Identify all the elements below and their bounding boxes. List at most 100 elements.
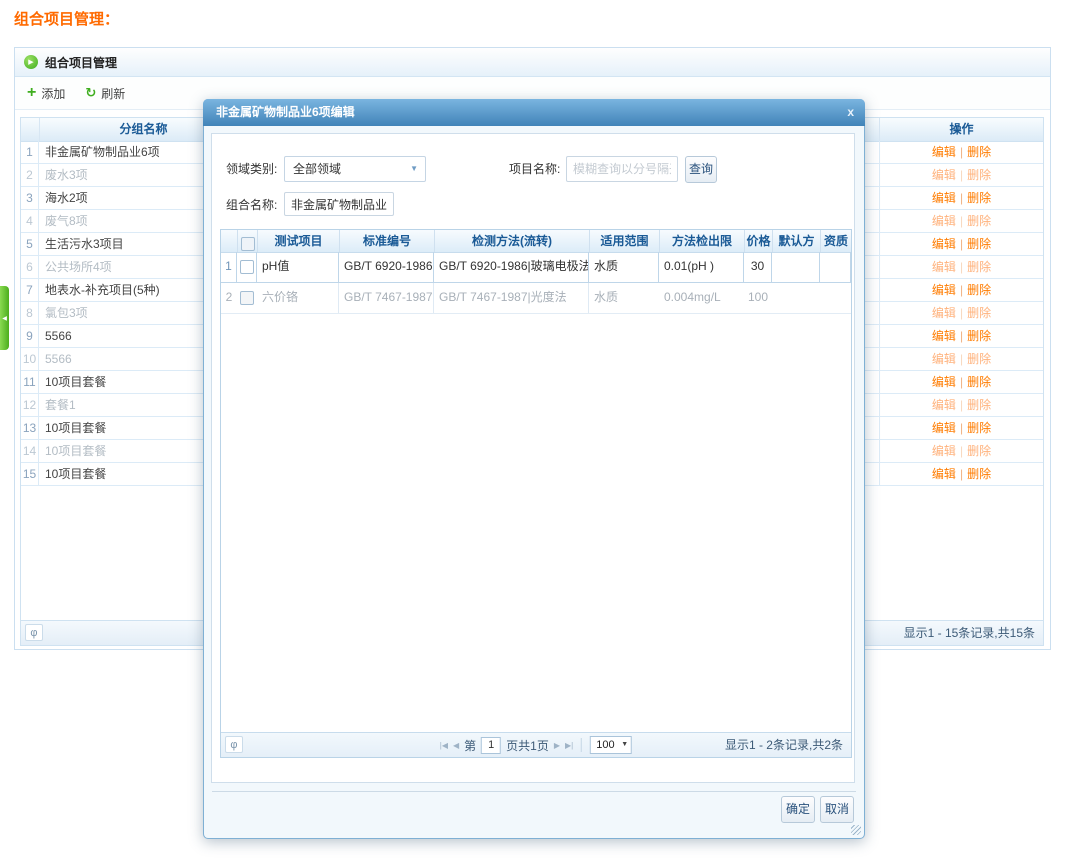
row-checkbox[interactable]: [240, 291, 254, 305]
group-name: 氯包3项: [45, 302, 88, 324]
delete-link[interactable]: 删除: [967, 444, 991, 458]
page-size-select[interactable]: 100 ▼: [590, 736, 632, 754]
delete-link[interactable]: 删除: [967, 306, 991, 320]
ok-button[interactable]: 确定: [781, 796, 815, 823]
delete-link[interactable]: 删除: [967, 421, 991, 435]
row-actions: 编辑|删除: [879, 141, 1043, 163]
row-number: 8: [21, 302, 39, 324]
resize-handle[interactable]: [851, 825, 861, 835]
domain-select[interactable]: 全部领域 ▼: [284, 156, 426, 182]
column-header-default[interactable]: 默认方法: [772, 230, 820, 252]
row-actions: 编辑|删除: [879, 394, 1043, 416]
column-header-index: [221, 230, 237, 252]
pager-refresh-button[interactable]: φ: [225, 736, 243, 753]
column-header-limit[interactable]: 方法检出限: [659, 230, 744, 252]
row-checkbox-cell: [237, 252, 257, 283]
delete-link[interactable]: 删除: [967, 260, 991, 274]
delete-link[interactable]: 删除: [967, 168, 991, 182]
delete-link[interactable]: 删除: [967, 329, 991, 343]
edit-link[interactable]: 编辑: [932, 237, 956, 251]
group-name: 10项目套餐: [45, 463, 106, 485]
add-button[interactable]: + 添加: [27, 85, 65, 102]
column-header-action[interactable]: 操作: [879, 118, 1043, 141]
delete-link[interactable]: 删除: [967, 352, 991, 366]
row-actions: 编辑|删除: [879, 348, 1043, 370]
edit-link[interactable]: 编辑: [932, 329, 956, 343]
cell-item: pH值: [257, 252, 339, 283]
edit-link[interactable]: 编辑: [932, 444, 956, 458]
edit-link[interactable]: 编辑: [932, 306, 956, 320]
screen: 组合项目管理： ▶ 组合项目管理 + 添加 ↻ 刷新 分组名称 操作 1非金属矿…: [0, 0, 1081, 864]
test-item-table: 测试项目 标准编号 检测方法(流转) 适用范围 方法检出限 价格 默认方法 资质…: [220, 229, 852, 758]
row-actions: 编辑 | 删除: [879, 302, 1043, 324]
edit-link[interactable]: 编辑: [932, 398, 956, 412]
group-name-input[interactable]: [284, 192, 394, 216]
link-separator: |: [960, 329, 963, 343]
refresh-button[interactable]: ↻ 刷新: [85, 85, 125, 102]
domain-label: 领域类别:: [226, 156, 277, 182]
search-button[interactable]: 查询: [685, 156, 717, 183]
page-label-suffix: 页共1页: [506, 737, 549, 754]
next-page-icon[interactable]: ▶: [554, 741, 560, 750]
cell-limit: 0.01(pH ): [659, 252, 744, 283]
dialog-title: 非金属矿物制品业6项编辑: [216, 105, 355, 119]
side-panel-handle[interactable]: ◀: [0, 286, 9, 350]
edit-link[interactable]: 编辑: [932, 168, 956, 182]
column-header-item[interactable]: 测试项目: [257, 230, 339, 252]
page-label-prefix: 第: [464, 737, 476, 754]
column-header-qual[interactable]: 资质: [820, 230, 851, 252]
column-header-scope[interactable]: 适用范围: [589, 230, 659, 252]
group-name: 废水3项: [45, 164, 88, 186]
delete-link[interactable]: 删除: [967, 283, 991, 297]
row-number: 3: [21, 187, 39, 209]
column-header-method[interactable]: 检测方法(流转): [434, 230, 589, 252]
column-header-price[interactable]: 价格: [744, 230, 772, 252]
cell-scope: 水质: [589, 252, 659, 283]
edit-link[interactable]: 编辑: [932, 352, 956, 366]
edit-link[interactable]: 编辑: [932, 421, 956, 435]
delete-link[interactable]: 删除: [967, 467, 991, 481]
delete-link[interactable]: 删除: [967, 191, 991, 205]
prev-page-icon[interactable]: ◀: [453, 741, 459, 750]
last-page-icon[interactable]: ▶|: [565, 741, 573, 750]
select-all-checkbox[interactable]: [241, 237, 255, 251]
edit-link[interactable]: 编辑: [932, 375, 956, 389]
row-actions: 编辑|删除: [879, 279, 1043, 301]
table-row[interactable]: 2 六价铬 GB/T 7467-1987 GB/T 7467-1987|光度法 …: [221, 283, 851, 314]
edit-link[interactable]: 编辑: [932, 283, 956, 297]
link-separator: |: [960, 467, 963, 481]
group-name: 5566: [45, 325, 72, 347]
dialog-titlebar[interactable]: 非金属矿物制品业6项编辑 x: [203, 99, 865, 126]
row-checkbox[interactable]: [240, 260, 254, 274]
row-actions: 编辑|删除: [879, 233, 1043, 255]
link-separator: |: [960, 260, 963, 274]
row-actions: 编辑|删除: [879, 210, 1043, 232]
edit-link[interactable]: 编辑: [932, 145, 956, 159]
row-number: 2: [21, 164, 39, 186]
edit-link[interactable]: 编辑: [932, 467, 956, 481]
delete-link[interactable]: 删除: [967, 375, 991, 389]
edit-link[interactable]: 编辑: [932, 260, 956, 274]
cell-method: GB/T 7467-1987|光度法: [434, 283, 589, 313]
table-row[interactable]: 1 pH值 GB/T 6920-1986 GB/T 6920-1986|玻璃电极…: [221, 252, 851, 283]
pager-refresh-button[interactable]: φ: [25, 624, 43, 641]
page-number-input[interactable]: [481, 737, 501, 754]
edit-link[interactable]: 编辑: [932, 191, 956, 205]
delete-link[interactable]: 删除: [967, 237, 991, 251]
delete-link[interactable]: 删除: [967, 145, 991, 159]
cell-scope: 水质: [589, 283, 659, 313]
delete-link[interactable]: 删除: [967, 214, 991, 228]
link-separator: |: [960, 306, 963, 320]
row-actions: 编辑|删除: [879, 164, 1043, 186]
project-name-input[interactable]: [566, 156, 678, 182]
footer-separator: [212, 791, 856, 792]
edit-link[interactable]: 编辑: [932, 214, 956, 228]
column-header-std[interactable]: 标准编号: [339, 230, 434, 252]
close-icon[interactable]: x: [847, 99, 854, 126]
first-page-icon[interactable]: |◀: [440, 741, 448, 750]
group-name: 海水2项: [45, 187, 88, 209]
row-number: 5: [21, 233, 39, 255]
cancel-button[interactable]: 取消: [820, 796, 854, 823]
delete-link[interactable]: 删除: [967, 398, 991, 412]
link-separator: |: [960, 191, 963, 205]
